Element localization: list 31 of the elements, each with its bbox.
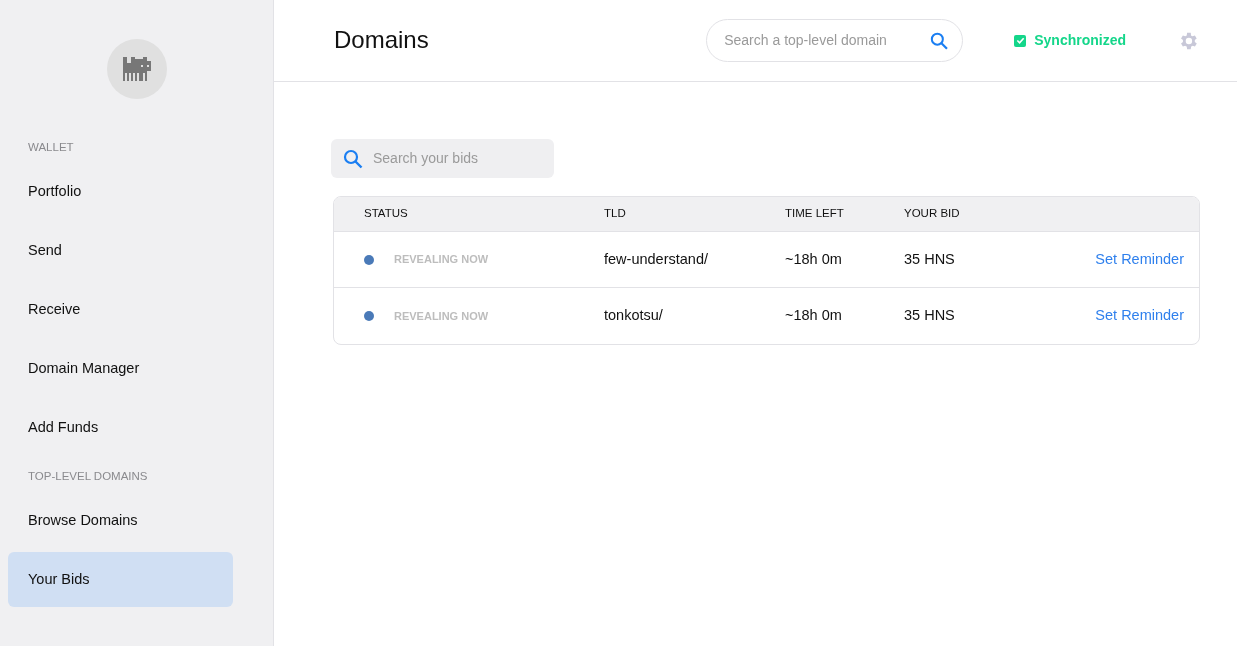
sidebar-item[interactable]: Your Bids (8, 552, 233, 607)
table-cell-text: ~18h 0m (785, 249, 843, 269)
table-cell-text: 35 HNS (904, 306, 956, 326)
column-header: TIME LEFT (785, 206, 845, 222)
page-title: Domains (334, 26, 430, 55)
search-input[interactable]: Search a top-level domain (722, 29, 930, 52)
search-icon (343, 148, 363, 169)
section-heading: WALLET (27, 140, 75, 156)
sidebar-item[interactable]: Send (8, 223, 233, 278)
column-header: YOUR BID (904, 206, 961, 222)
table-cell-text: tonkotsu/ (604, 306, 664, 326)
search-icon (929, 30, 949, 51)
sidebar-item[interactable]: Browse Domains (8, 493, 233, 548)
search-field[interactable]: Search your bids (331, 139, 554, 178)
set-reminder-link[interactable]: Set Reminder (1095, 305, 1184, 327)
search-input[interactable]: Search your bids (371, 147, 542, 170)
sync-status: Synchronized (1034, 31, 1126, 50)
sidebar-item[interactable]: Portfolio (8, 164, 233, 219)
column-header: STATUS (364, 206, 409, 222)
table-cell-text: 35 HNS (904, 249, 956, 269)
column-header: TLD (604, 206, 627, 222)
status-text: REVEALING NOW (394, 252, 489, 268)
section-heading: TOP-LEVEL DOMAINS (27, 469, 149, 485)
sidebar-item[interactable]: Add Funds (8, 400, 233, 455)
pixel-cat-icon (120, 55, 153, 83)
status-text: REVEALING NOW (394, 308, 489, 324)
table-cell-text: ~18h 0m (785, 306, 843, 326)
sidebar-item[interactable]: Domain Manager (8, 341, 233, 396)
set-reminder-link[interactable]: Set Reminder (1095, 248, 1184, 271)
table-cell-text: few-understand/ (604, 249, 709, 269)
sidebar-item[interactable]: Receive (8, 282, 233, 337)
